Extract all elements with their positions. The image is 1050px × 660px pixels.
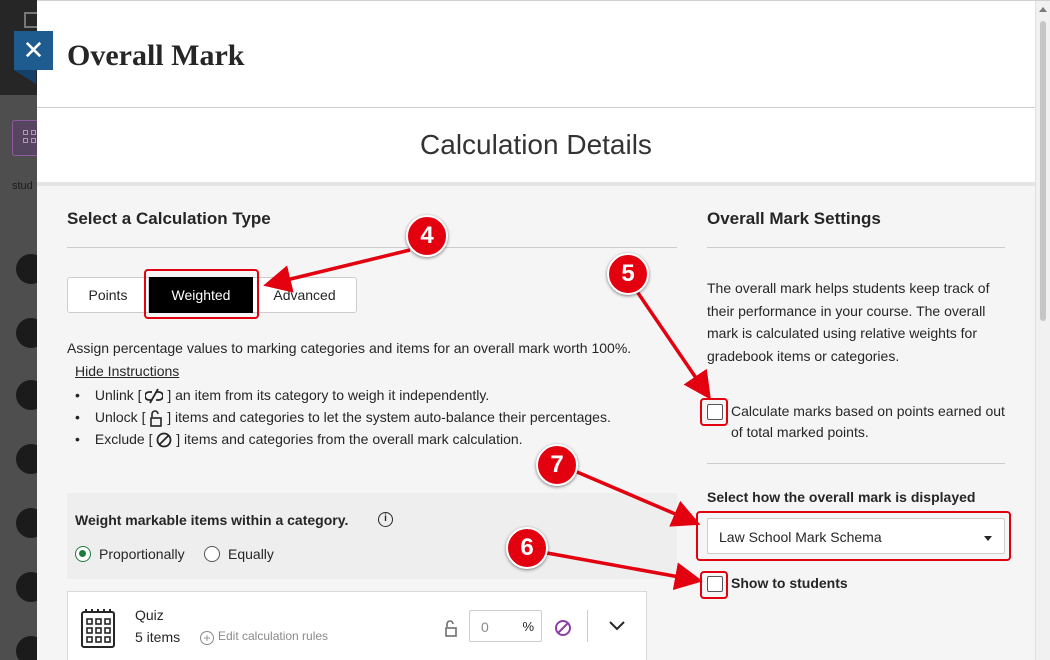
annotation-badge-6: 6 [506, 527, 548, 569]
quiz-category-icon [81, 609, 115, 648]
percent-unit: % [522, 619, 534, 634]
grid-view-icon [12, 120, 40, 156]
equally-radio[interactable] [204, 546, 220, 562]
bullet-text: Unlock [ [94, 409, 146, 425]
close-icon: ✕ [22, 35, 45, 65]
unlink-icon [145, 388, 164, 404]
calculation-type-heading: Select a Calculation Type [67, 209, 271, 228]
info-icon[interactable]: i [378, 512, 393, 527]
edit-calculation-rules-button[interactable]: + Edit calculation rules [200, 629, 328, 645]
percent-value: 0 [481, 619, 489, 635]
highlight-show-checkbox [700, 571, 728, 599]
category-percent-input[interactable]: 0 % [469, 610, 542, 642]
divider [707, 247, 1005, 248]
category-card-quiz: Quiz 5 items + Edit calculation rules 0 % [67, 591, 647, 660]
bullet-text: ] items and categories from the overall … [176, 431, 523, 447]
chevron-down-icon[interactable] [608, 620, 626, 632]
bullet-text: Unlink [ [94, 387, 142, 403]
list-item: Unlink [ ] an item from its category to … [75, 385, 611, 407]
edit-rules-label: Edit calculation rules [218, 629, 329, 643]
unlock-icon[interactable] [444, 620, 458, 637]
points-type-button[interactable]: Points [67, 277, 149, 313]
panel-title: Overall Mark [67, 39, 245, 72]
category-item-count: 5 items [135, 629, 181, 645]
equally-label: Equally [228, 546, 274, 562]
annotation-badge-4: 4 [406, 215, 448, 257]
section-title: Calculation Details [420, 129, 652, 160]
points-calculation-label: Calculate marks based on points earned o… [731, 403, 1005, 440]
highlight-schema-select [696, 511, 1011, 561]
list-item: Exclude [ ] items and categories from th… [75, 429, 611, 451]
bullet-text: Exclude [ [94, 431, 153, 447]
hide-instructions-link[interactable]: Hide Instructions [75, 363, 179, 379]
settings-description: The overall mark helps students keep tra… [707, 280, 990, 364]
instruction-list: Unlink [ ] an item from its category to … [75, 385, 611, 451]
advanced-type-button[interactable]: Advanced [253, 277, 357, 313]
background-column-label: stud [12, 180, 33, 192]
settings-heading: Overall Mark Settings [707, 209, 881, 228]
weighting-options: Weight markable items within a category.… [67, 493, 677, 579]
close-panel-button[interactable]: ✕ [14, 31, 53, 70]
divider [67, 247, 677, 248]
category-name: Quiz [135, 607, 164, 623]
highlight-points-checkbox [700, 398, 728, 426]
weighting-label: Weight markable items within a category. [75, 512, 349, 528]
scroll-thumb[interactable] [1040, 21, 1046, 321]
add-icon: + [200, 631, 214, 645]
highlight-weighted [144, 269, 259, 319]
exclude-icon [156, 432, 172, 448]
instruction-text: Assign percentage values to marking cate… [67, 340, 632, 356]
bullet-text: ] an item from its category to weigh it … [167, 387, 490, 403]
background-app: stud [0, 0, 40, 660]
proportionally-label: Proportionally [99, 546, 185, 562]
scroll-up-icon[interactable] [1039, 7, 1047, 12]
annotation-badge-7: 7 [536, 444, 578, 486]
divider [37, 107, 1035, 108]
unlock-icon [150, 410, 163, 427]
bullet-text: ] items and categories to let the system… [167, 409, 611, 425]
annotation-badge-5: 5 [607, 253, 649, 295]
overall-mark-panel: Overall Mark Calculation Details Select … [37, 0, 1050, 660]
close-tab-fold [14, 70, 36, 84]
divider [587, 610, 588, 642]
display-schema-label: Select how the overall mark is displayed [707, 489, 976, 505]
exclude-icon[interactable] [554, 619, 572, 637]
scrollbar[interactable] [1035, 1, 1050, 660]
list-item: Unlock [ ] items and categories to let t… [75, 407, 611, 429]
show-to-students-label: Show to students [731, 575, 848, 591]
divider [707, 463, 1005, 464]
proportionally-radio[interactable] [75, 546, 91, 562]
